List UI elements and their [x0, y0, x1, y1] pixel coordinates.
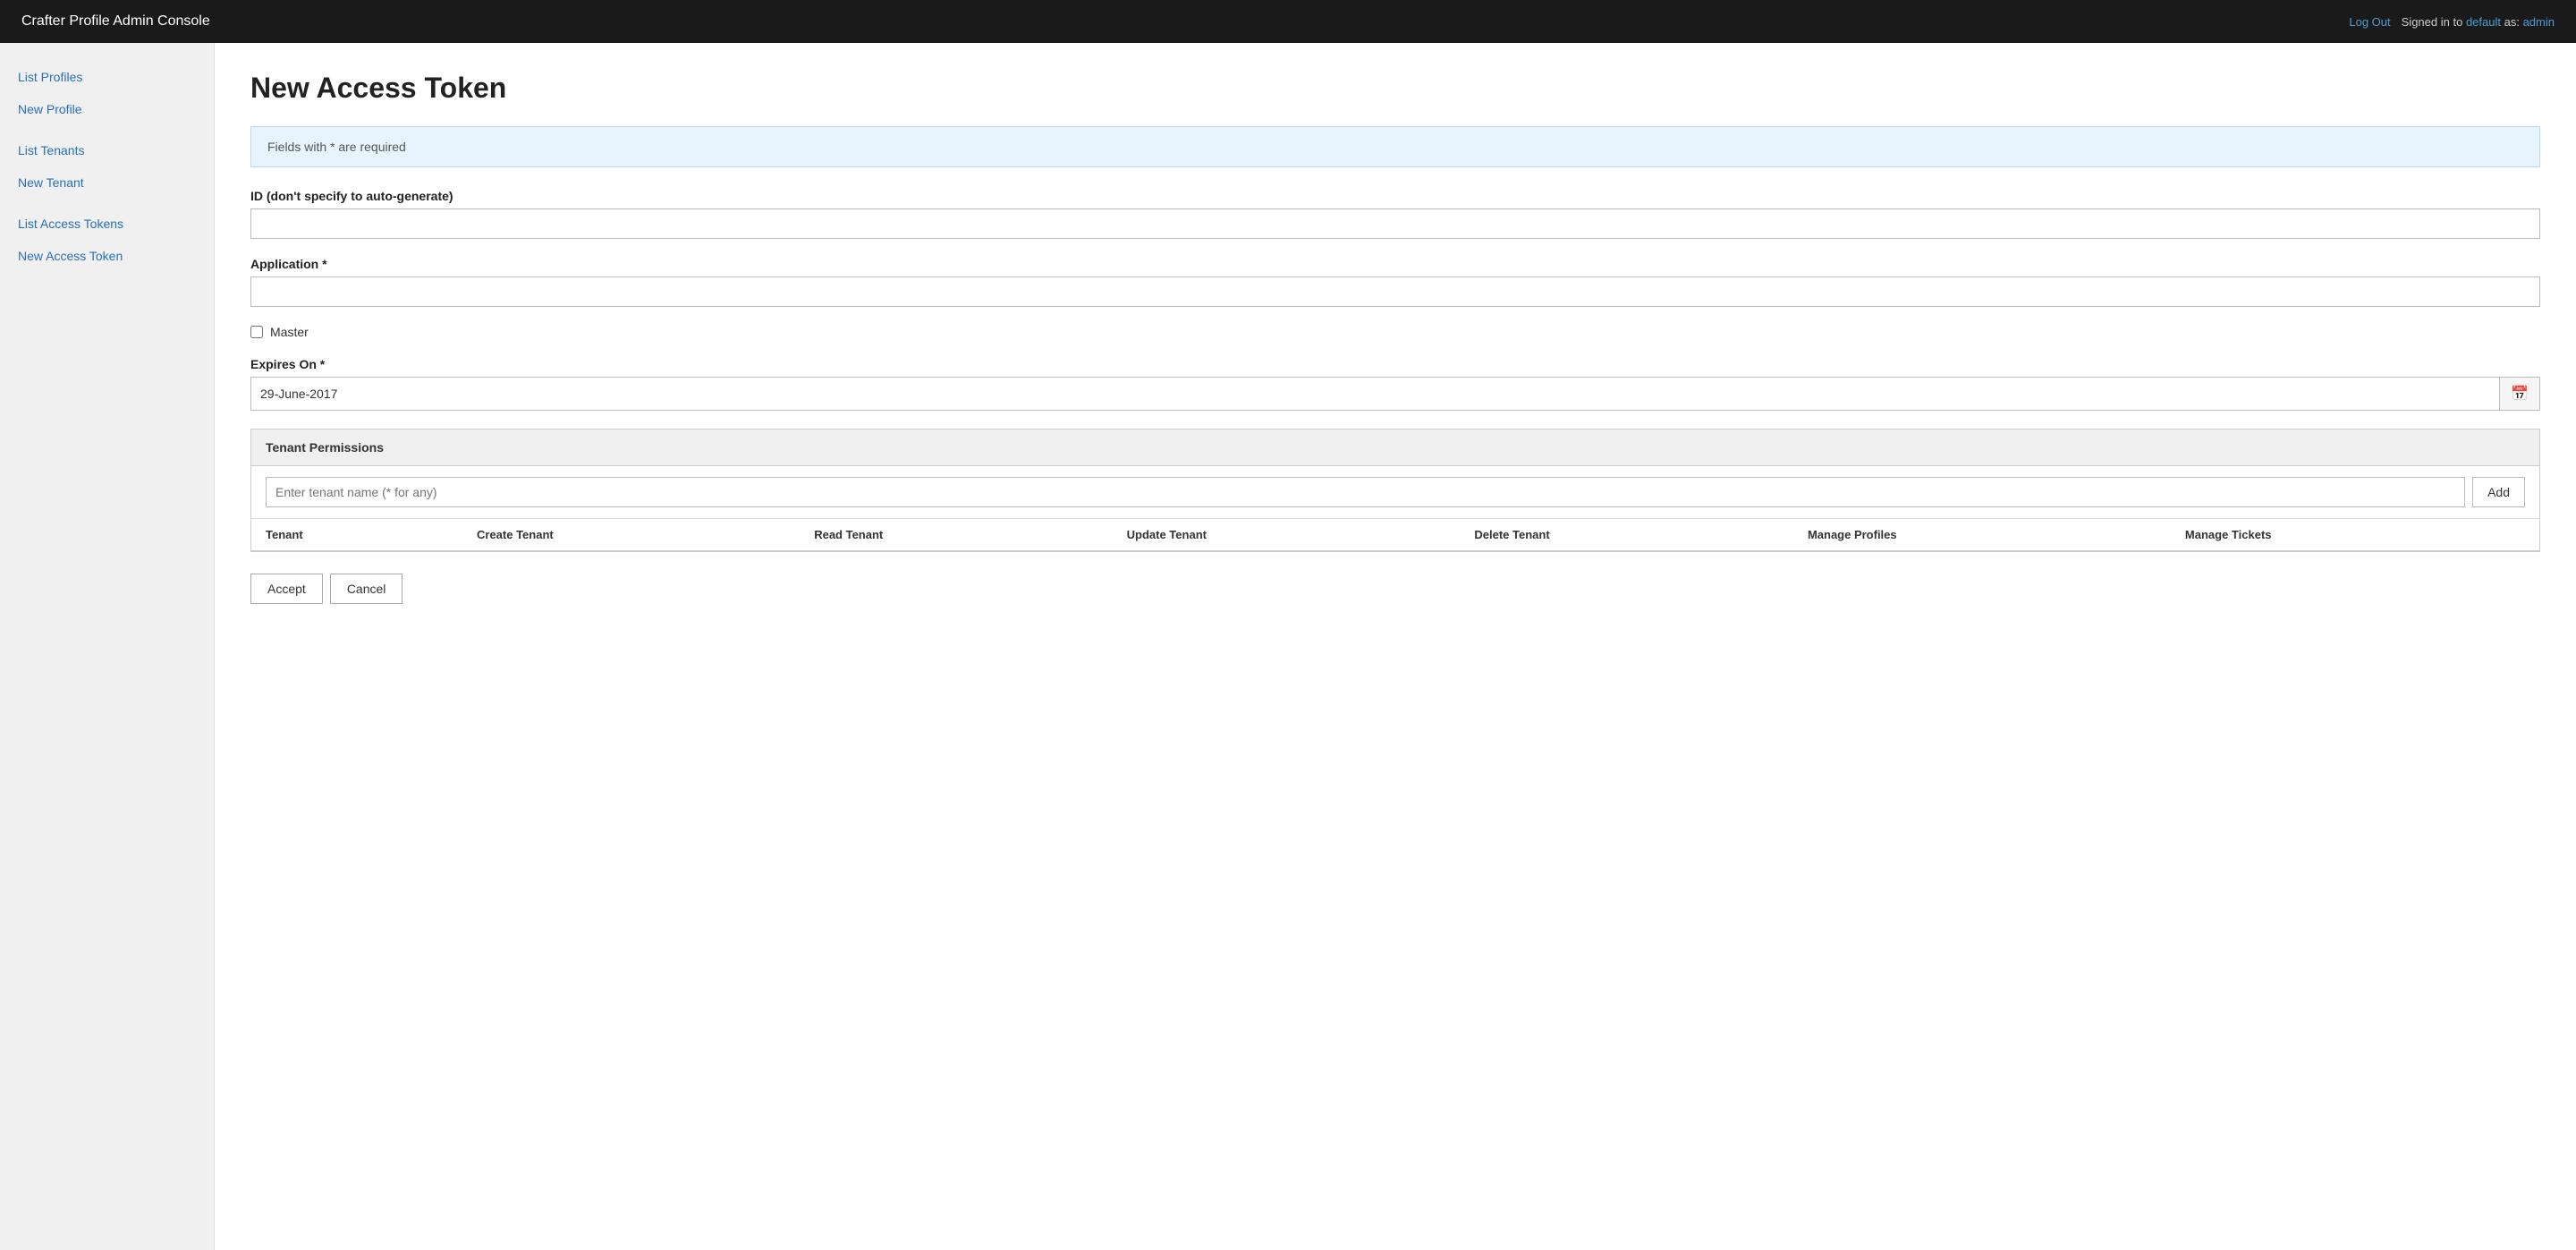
accept-button[interactable]: Accept [250, 574, 323, 604]
id-input[interactable] [250, 208, 2540, 239]
header-right: Log Out Signed in to default as: admin [2349, 15, 2555, 29]
sidebar: List Profiles New Profile List Tenants N… [0, 43, 215, 1250]
page-title: New Access Token [250, 72, 2540, 105]
sidebar-item-list-profiles[interactable]: List Profiles [0, 61, 214, 93]
sidebar-item-list-tenants[interactable]: List Tenants [0, 134, 214, 166]
sidebar-tenants-section: List Tenants New Tenant [0, 134, 214, 199]
tenant-name-input[interactable] [266, 477, 2465, 507]
calendar-button[interactable]: 📅 [2499, 378, 2539, 410]
col-manage-tickets: Manage Tickets [2171, 519, 2539, 551]
expires-on-input[interactable]: 29-June-2017 [251, 378, 2499, 410]
id-label: ID (don't specify to auto-generate) [250, 189, 2540, 203]
application-input[interactable] [250, 276, 2540, 307]
col-delete-tenant: Delete Tenant [1460, 519, 1793, 551]
tenant-permissions-title: Tenant Permissions [266, 440, 384, 455]
date-input-wrapper: 29-June-2017 📅 [250, 377, 2540, 411]
form-actions: Accept Cancel [250, 574, 2540, 604]
table-header-row: Tenant Create Tenant Read Tenant Update … [251, 519, 2539, 551]
app-title: Crafter Profile Admin Console [21, 13, 210, 30]
add-tenant-button[interactable]: Add [2472, 477, 2525, 507]
permissions-table: Tenant Create Tenant Read Tenant Update … [251, 519, 2539, 551]
col-manage-profiles: Manage Profiles [1793, 519, 2171, 551]
application-label: Application * [250, 257, 2540, 271]
tenant-permissions-section: Tenant Permissions Add Tenant Create Ten… [250, 429, 2540, 552]
calendar-icon: 📅 [2511, 387, 2529, 402]
master-group: Master [250, 325, 2540, 339]
expires-on-group: Expires On * 29-June-2017 📅 [250, 357, 2540, 411]
master-checkbox[interactable] [250, 326, 263, 338]
tenant-link[interactable]: default [2466, 15, 2501, 29]
sidebar-profiles-section: List Profiles New Profile [0, 61, 214, 125]
col-create-tenant: Create Tenant [462, 519, 800, 551]
sidebar-item-list-access-tokens[interactable]: List Access Tokens [0, 208, 214, 240]
cancel-button[interactable]: Cancel [330, 574, 403, 604]
expires-on-label: Expires On * [250, 357, 2540, 371]
application-group: Application * [250, 257, 2540, 307]
sidebar-item-new-access-token[interactable]: New Access Token [0, 240, 214, 272]
signed-in-text: Signed in to default as: admin [2402, 15, 2555, 29]
col-update-tenant: Update Tenant [1113, 519, 1461, 551]
tenant-add-row: Add [251, 466, 2539, 519]
sidebar-item-new-profile[interactable]: New Profile [0, 93, 214, 125]
info-box: Fields with * are required [250, 126, 2540, 167]
main-content: New Access Token Fields with * are requi… [215, 43, 2576, 1250]
id-group: ID (don't specify to auto-generate) [250, 189, 2540, 239]
col-read-tenant: Read Tenant [800, 519, 1112, 551]
tenant-permissions-header: Tenant Permissions [251, 429, 2539, 466]
info-message: Fields with * are required [267, 140, 406, 154]
permissions-table-head: Tenant Create Tenant Read Tenant Update … [251, 519, 2539, 551]
logout-button[interactable]: Log Out [2349, 15, 2390, 29]
sidebar-item-new-tenant[interactable]: New Tenant [0, 166, 214, 199]
app-header: Crafter Profile Admin Console Log Out Si… [0, 0, 2576, 43]
app-layout: List Profiles New Profile List Tenants N… [0, 43, 2576, 1250]
col-tenant: Tenant [251, 519, 462, 551]
master-label[interactable]: Master [270, 325, 309, 339]
user-link[interactable]: admin [2523, 15, 2555, 29]
sidebar-tokens-section: List Access Tokens New Access Token [0, 208, 214, 272]
